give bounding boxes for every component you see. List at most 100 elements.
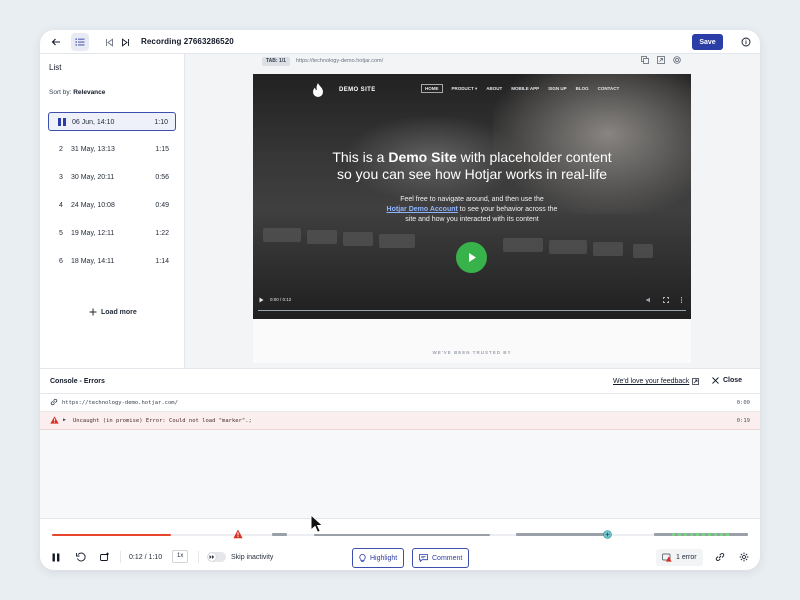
console-header: Console - Errors We'd love your feedback… — [40, 369, 760, 394]
console-error-text: Uncaught (in promise) Error: Could not l… — [73, 418, 252, 424]
recording-duration: 1:14 — [155, 258, 169, 265]
site-nav-product[interactable]: PRODUCT ▾ — [452, 86, 478, 93]
playback-time: 0:12 / 1:10 — [129, 554, 163, 561]
divider — [198, 551, 199, 563]
site-nav-home[interactable]: HOME — [421, 84, 443, 93]
recording-list-item[interactable]: 06 Jun, 14:10 1:10 — [48, 112, 176, 131]
open-page-icon[interactable] — [657, 56, 665, 64]
plus-icon — [89, 308, 97, 316]
lightbulb-icon — [359, 553, 366, 562]
error-count-button[interactable]: 1 error — [656, 549, 703, 566]
trusted-by-heading: WE'VE BEEN TRUSTED BY — [432, 350, 512, 355]
timeline-highlight-segment — [672, 533, 732, 536]
feedback-label: We'd love your feedback — [613, 378, 690, 385]
timeline-event-marker-icon[interactable] — [603, 530, 612, 539]
site-brand[interactable]: DEMO SITE — [339, 87, 376, 93]
sort-selector[interactable]: Sort by: Relevance — [49, 89, 105, 96]
sidebar-title: List — [49, 63, 62, 72]
recording-duration: 1:22 — [155, 230, 169, 237]
recording-index: 6 — [59, 258, 63, 265]
site-nav-contact[interactable]: CONTACT — [598, 86, 620, 93]
settings-button[interactable] — [739, 549, 749, 565]
expand-caret-icon[interactable]: ▶ — [63, 417, 66, 423]
camera-plus-icon — [100, 552, 109, 561]
gear-icon — [739, 552, 749, 562]
timeline-activity-segment — [516, 533, 606, 536]
console-timestamp[interactable]: 0:00 — [737, 400, 750, 406]
timeline-activity-segment — [314, 534, 490, 536]
headline-part: This is a — [332, 149, 389, 165]
demo-account-link[interactable]: Hotjar Demo Account — [387, 206, 458, 213]
console-url-text: https://technology-demo.hotjar.com/ — [62, 400, 178, 406]
recording-list-item[interactable]: 5 19 May, 12:11 1:22 — [48, 224, 176, 243]
warning-triangle-icon — [50, 416, 59, 424]
sort-value: Relevance — [73, 89, 106, 96]
video-time: 0:00 / 0:12 — [270, 297, 292, 302]
subtext-part: to see your behavior across the — [457, 206, 558, 213]
hero-headline-line-1: This is a Demo Site with placeholder con… — [253, 149, 691, 166]
skip-next-icon — [121, 37, 129, 47]
replay-viewport: TAB: 1/1 https://technology-demo.hotjar.… — [185, 54, 760, 368]
site-nav: HOME PRODUCT ▾ ABOUT MOBILE APP SIGN UP … — [421, 84, 620, 93]
sort-label: Sort by: — [49, 89, 72, 96]
video-progress-track[interactable] — [258, 310, 686, 311]
feedback-link[interactable]: We'd love your feedback — [613, 378, 700, 385]
hero-subtext-line-1: Feel free to navigate around, and then u… — [400, 196, 544, 203]
playback-timeline[interactable] — [52, 529, 748, 539]
skip-inactivity-toggle[interactable] — [207, 552, 226, 562]
highlight-button[interactable]: Highlight — [352, 548, 405, 568]
screenshot-button[interactable] — [100, 549, 110, 565]
video-play-button[interactable] — [456, 242, 487, 273]
timeline-error-marker-icon[interactable] — [233, 529, 243, 539]
recording-window: Recording 27663286520 Save List Sort by:… — [40, 30, 760, 570]
error-count-label: 1 error — [676, 554, 697, 561]
recording-list-item[interactable]: 6 18 May, 14:11 1:14 — [48, 252, 176, 271]
site-nav-about[interactable]: ABOUT — [486, 86, 502, 93]
url-bar-actions — [641, 56, 681, 64]
recording-index: 3 — [59, 174, 63, 181]
recording-date: 24 May, 10:08 — [71, 202, 115, 209]
save-button[interactable]: Save — [692, 34, 723, 50]
error-warning-icon — [662, 553, 672, 562]
site-nav-mobile-app[interactable]: MOBILE APP — [511, 86, 539, 93]
console-url-row[interactable]: https://technology-demo.hotjar.com/ 0:00 — [40, 394, 760, 412]
rewind-button[interactable] — [76, 549, 86, 565]
next-recording-button[interactable] — [116, 33, 134, 51]
playback-controls: 0:12 / 1:10 1x Skip inactivity Highlight… — [40, 518, 760, 570]
recording-list-item[interactable]: 3 30 May, 20:11 0:56 — [48, 168, 176, 187]
recording-list-item[interactable]: 2 31 May, 13:13 1:15 — [48, 140, 176, 159]
recording-index: 2 — [59, 146, 63, 153]
playback-speed-button[interactable]: 1x — [172, 550, 189, 563]
list-icon — [75, 38, 85, 46]
close-console-button[interactable]: Close — [712, 377, 742, 384]
flame-logo-icon[interactable] — [311, 82, 325, 98]
recording-title: Recording 27663286520 — [141, 37, 234, 46]
recording-duration: 1:15 — [155, 146, 169, 153]
site-nav-sign-up[interactable]: SIGN UP — [548, 86, 567, 93]
link-icon — [50, 398, 58, 406]
console-timestamp[interactable]: 0:19 — [737, 418, 750, 424]
console-error-row[interactable]: ▶ Uncaught (in promise) Error: Could not… — [40, 412, 760, 430]
copy-icon[interactable] — [641, 56, 649, 64]
recording-list-item[interactable]: 4 24 May, 10:08 0:49 — [48, 196, 176, 215]
volume-icon[interactable] — [646, 297, 652, 303]
load-more-button[interactable]: Load more — [89, 308, 137, 316]
info-icon — [741, 37, 751, 47]
fullscreen-icon[interactable] — [663, 297, 669, 303]
console-title: Console - Errors — [50, 378, 105, 385]
share-button[interactable] — [715, 549, 725, 565]
video-small-play-icon[interactable] — [259, 297, 264, 303]
info-button[interactable] — [737, 33, 755, 51]
recordings-sidebar: List Sort by: Relevance 06 Jun, 14:10 1:… — [40, 54, 185, 368]
site-nav-blog[interactable]: BLOG — [576, 86, 589, 93]
load-more-label: Load more — [101, 308, 137, 316]
back-button[interactable] — [47, 33, 65, 51]
recording-index: 5 — [59, 230, 63, 237]
pause-button[interactable] — [52, 549, 60, 565]
list-toggle-button[interactable] — [71, 33, 89, 51]
more-options-icon[interactable] — [680, 297, 683, 303]
comment-button[interactable]: Comment — [412, 548, 470, 568]
timeline-progress — [52, 534, 172, 536]
zoom-icon[interactable] — [673, 56, 681, 64]
recording-date: 06 Jun, 14:10 — [72, 119, 115, 126]
